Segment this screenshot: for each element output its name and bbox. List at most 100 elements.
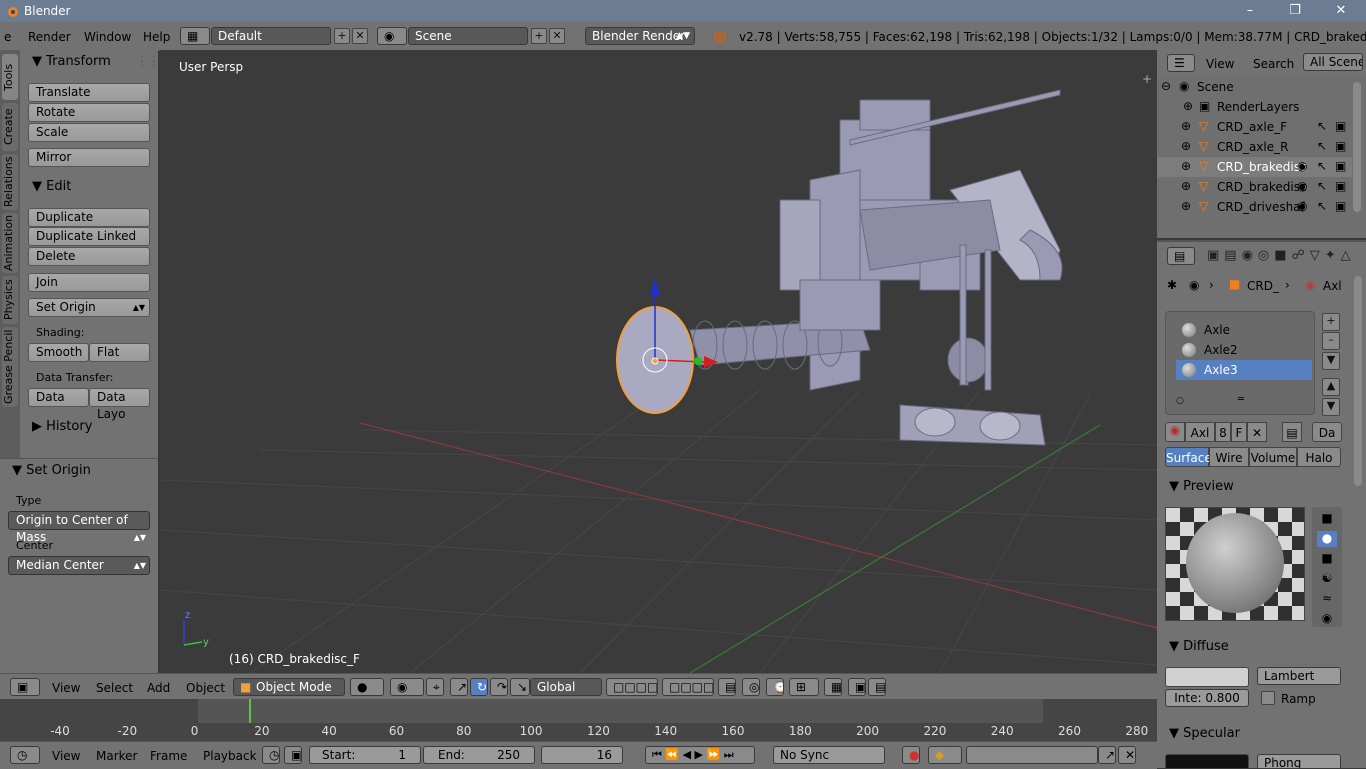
material-slot-list[interactable]: Axle Axle2 Axle3 ○ ═ (1165, 311, 1315, 415)
data-layout-button[interactable]: Data Layo (89, 388, 150, 421)
edit-panel-header[interactable]: ▼ Edit (32, 179, 71, 194)
pin-icon[interactable]: ✱ (1167, 278, 1177, 292)
tab-relations[interactable]: Relations (2, 154, 18, 210)
outliner-display-mode[interactable]: All Scenes (1303, 53, 1363, 71)
timeline-editor-type-icon[interactable]: ◷ (10, 746, 40, 764)
minimize-button[interactable]: – (1235, 2, 1265, 20)
outliner-item[interactable]: ⊕ ▣ RenderLayers (1157, 97, 1352, 117)
outliner-scrollbar[interactable] (1353, 82, 1361, 212)
monkey-preview-icon[interactable]: ☯ (1317, 571, 1337, 587)
properties-editor-type-icon[interactable]: ▤ (1167, 247, 1195, 265)
editor-type-icon[interactable]: ▣ (10, 678, 40, 696)
3d-viewport[interactable]: z y User Persp (16) CRD_brakedisc_F + (160, 50, 1157, 673)
timeline-menu-view[interactable]: View (52, 749, 80, 763)
chassis-model[interactable] (689, 89, 1063, 446)
material-slot-selected[interactable]: Axle3 (1176, 360, 1312, 380)
duplicate-button[interactable]: Duplicate (28, 208, 150, 227)
data-transfer-button[interactable]: Data (28, 388, 89, 407)
outliner-editor-type-icon[interactable]: ☰ (1167, 54, 1195, 72)
remove-slot-button[interactable]: – (1322, 332, 1340, 350)
diffuse-shader-dropdown[interactable]: Lambert (1257, 667, 1341, 685)
menu-add[interactable]: Add (147, 681, 170, 695)
flat-button[interactable]: Flat (89, 343, 150, 362)
mode-dropdown[interactable]: Object Mode ■ (233, 678, 345, 696)
move-slot-down-button[interactable]: ▼ (1322, 398, 1340, 416)
menu-help[interactable]: Help (143, 30, 170, 44)
record-button[interactable]: ● (902, 746, 920, 764)
expand-icon[interactable]: ⊕ (1181, 159, 1191, 173)
keying-set-field[interactable] (966, 746, 1098, 764)
keying-set-dropdown[interactable]: ◆ (928, 746, 962, 764)
link-data-dropdown[interactable]: Da (1312, 422, 1342, 442)
tab-halo[interactable]: Halo (1297, 447, 1341, 467)
camera-icon[interactable]: ▣ (1335, 119, 1346, 133)
delete-button[interactable]: Delete (28, 247, 150, 266)
tab-wire[interactable]: Wire (1209, 447, 1249, 467)
close-button[interactable]: ✕ (1326, 2, 1356, 20)
context-tabs-icons[interactable]: ▣▤◉◎■☍▽✦△ (1207, 248, 1356, 263)
timeline-menu-playback[interactable]: Playback (203, 749, 257, 763)
playback-controls[interactable]: ⏮ ⏪ ◀ ▶ ⏩ ⏭ (645, 746, 755, 764)
rotate-manipulator-icon[interactable]: ↻ (470, 678, 488, 696)
outliner-item[interactable]: ⊕ ▽ CRD_axle_F ↖ ▣ (1157, 117, 1352, 137)
properties-scrollbar[interactable] (1354, 276, 1362, 486)
tab-animation[interactable]: Animation (2, 213, 18, 273)
region-toggle-icon[interactable]: + (1142, 72, 1152, 86)
mirror-button[interactable]: Mirror (28, 148, 150, 167)
translate-button[interactable]: Translate (28, 83, 150, 102)
current-frame-field[interactable]: 16 (541, 746, 623, 764)
outliner[interactable]: ⊖ ◉ Scene ⊕ ▣ RenderLayers ⊕ ▽ CRD_axle_… (1157, 76, 1366, 238)
timeline-menu-frame[interactable]: Frame (150, 749, 187, 763)
add-scene-button[interactable]: + (531, 28, 547, 44)
rotate-button[interactable]: Rotate (28, 103, 150, 122)
add-screen-button[interactable]: + (334, 28, 350, 44)
material-users-count[interactable]: 8 (1215, 422, 1231, 442)
material-name-field[interactable]: Axl (1185, 422, 1215, 442)
tab-grease-pencil[interactable]: Grease Pencil (2, 327, 18, 407)
outliner-item[interactable]: ⊖ ◉ Scene (1157, 77, 1352, 97)
material-slot[interactable]: Axle (1176, 320, 1312, 340)
start-frame-field[interactable]: Start: 1 (309, 746, 421, 764)
render-engine-dropdown[interactable]: Blender Render ▲▼ (585, 27, 695, 45)
scene-selector-icon[interactable]: ◉ (377, 27, 407, 45)
info-editor-icon[interactable]: e (4, 30, 11, 44)
snap-element-dropdown[interactable]: ⊞ (789, 678, 819, 696)
viewport-shading-dropdown[interactable]: ● (350, 678, 384, 696)
transform-panel-header[interactable]: ▼ Transform (32, 54, 111, 69)
hair-preview-icon[interactable]: ≈ (1317, 591, 1337, 607)
layers-row-1[interactable]: □□□□□ (606, 678, 658, 696)
material-browse-icon[interactable]: ◉ (1165, 422, 1185, 442)
tab-physics[interactable]: Physics (2, 276, 18, 324)
data-link-icon[interactable]: ▤ (1282, 422, 1302, 442)
move-slot-up-button[interactable]: ▲ (1322, 378, 1340, 396)
diffuse-color-swatch[interactable] (1165, 667, 1249, 687)
maximize-button[interactable]: ❐ (1280, 2, 1310, 20)
insert-keyframe-icon[interactable]: ↗ (1098, 746, 1116, 764)
manipulator-extra-icon[interactable]: ↘ (510, 678, 530, 696)
cursor-icon[interactable]: ↖ (1317, 179, 1327, 193)
set-origin-dropdown[interactable]: Set Origin ▲▼ (28, 298, 150, 317)
pivot-point-dropdown[interactable]: ◉ (390, 678, 424, 696)
menu-window[interactable]: Window (84, 30, 131, 44)
expand-icon[interactable]: ⊕ (1183, 99, 1193, 113)
cursor-icon[interactable]: ↖ (1317, 199, 1327, 213)
diffuse-panel-header[interactable]: ▼ Diffuse (1169, 639, 1229, 654)
add-slot-button[interactable]: + (1322, 313, 1340, 331)
camera-icon[interactable]: ▣ (1335, 139, 1346, 153)
plane-preview-icon[interactable]: ■ (1317, 511, 1337, 527)
scale-manipulator-icon[interactable]: ↷ (490, 678, 508, 696)
preview-panel-header[interactable]: ▼ Preview (1169, 479, 1234, 494)
menu-select[interactable]: Select (96, 681, 133, 695)
cube-preview-icon[interactable]: ■ (1317, 551, 1337, 567)
opengl-render-icon[interactable]: ▤ (868, 678, 886, 696)
manipulator-toggle[interactable]: ⌖ (426, 678, 444, 696)
timeline-menu-marker[interactable]: Marker (96, 749, 137, 763)
outliner-item[interactable]: ⊕ ▽ CRD_driveshaf ◉ ↖ ▣ (1157, 197, 1352, 217)
delete-scene-button[interactable]: ✕ (549, 28, 565, 44)
ramp-checkbox[interactable] (1261, 691, 1275, 705)
layer-lock-icon[interactable]: ▤ (718, 678, 736, 696)
cursor-icon[interactable]: ↖ (1317, 139, 1327, 153)
operator-panel-header[interactable]: ▼ Set Origin (12, 463, 91, 478)
tab-volume[interactable]: Volume (1249, 447, 1297, 467)
outliner-item[interactable]: ⊕ ▽ CRD_axle_R ↖ ▣ (1157, 137, 1352, 157)
